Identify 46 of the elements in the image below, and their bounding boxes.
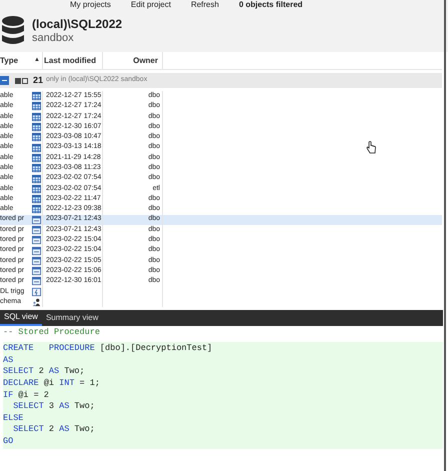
column-header[interactable]: Last modified <box>43 52 103 69</box>
code-line: IF @i = 2 <box>3 390 50 402</box>
window-icon <box>32 266 41 276</box>
view-tab[interactable]: Summary view <box>42 310 102 326</box>
group-count: 21 <box>33 74 44 87</box>
collapse-toggle[interactable] <box>0 76 9 85</box>
code-line: SELECT 2 AS Two; <box>12 424 96 436</box>
grid-icon <box>32 91 41 102</box>
database-icon <box>2 16 24 46</box>
people-icon <box>32 297 41 308</box>
window-icon <box>32 246 41 256</box>
code-line: CREATE PROCEDURE [dbo].[DecryptionTest] <box>3 343 214 355</box>
grid-icon <box>32 132 41 142</box>
window-icon <box>32 235 41 246</box>
server-name: (local)\SQL2022 <box>32 16 122 32</box>
code-line: AS <box>3 354 14 366</box>
square-pair-icon <box>15 78 28 84</box>
grid-icon <box>32 194 41 204</box>
grid-icon <box>32 174 41 184</box>
sql-comment: -- Stored Procedure <box>3 326 101 340</box>
grid-icon <box>32 204 41 214</box>
code-line: SELECT 3 AS Two; <box>12 401 96 413</box>
window-icon <box>32 214 41 225</box>
toolbar-item[interactable]: Edit project <box>130 0 171 10</box>
column-header[interactable]: Owner <box>103 52 163 69</box>
window-icon <box>32 256 41 266</box>
database-name: sandbox <box>32 32 75 46</box>
code-line: DECLARE @i INT = 1; <box>3 378 101 390</box>
code-line: SELECT 2 AS Two; <box>3 366 86 378</box>
view-tab[interactable]: SQL view <box>0 310 42 326</box>
window-icon <box>32 276 41 286</box>
hand-cursor-icon <box>366 141 376 154</box>
grid-icon <box>32 142 41 153</box>
grid-icon <box>32 152 41 163</box>
lightning-window-icon <box>32 286 41 297</box>
toolbar-item[interactable]: My projects <box>70 0 111 10</box>
window-icon <box>32 225 41 235</box>
grid-icon <box>32 101 41 112</box>
grid-icon <box>32 122 41 132</box>
toolbar-item[interactable]: 0 objects filtered <box>238 0 303 10</box>
grid-icon <box>32 184 41 194</box>
grid-icon <box>32 163 41 174</box>
code-line: GO <box>3 436 14 448</box>
code-line: ELSE <box>3 412 24 424</box>
toolbar-item[interactable]: Refresh <box>190 0 219 10</box>
grid-icon <box>32 112 41 122</box>
